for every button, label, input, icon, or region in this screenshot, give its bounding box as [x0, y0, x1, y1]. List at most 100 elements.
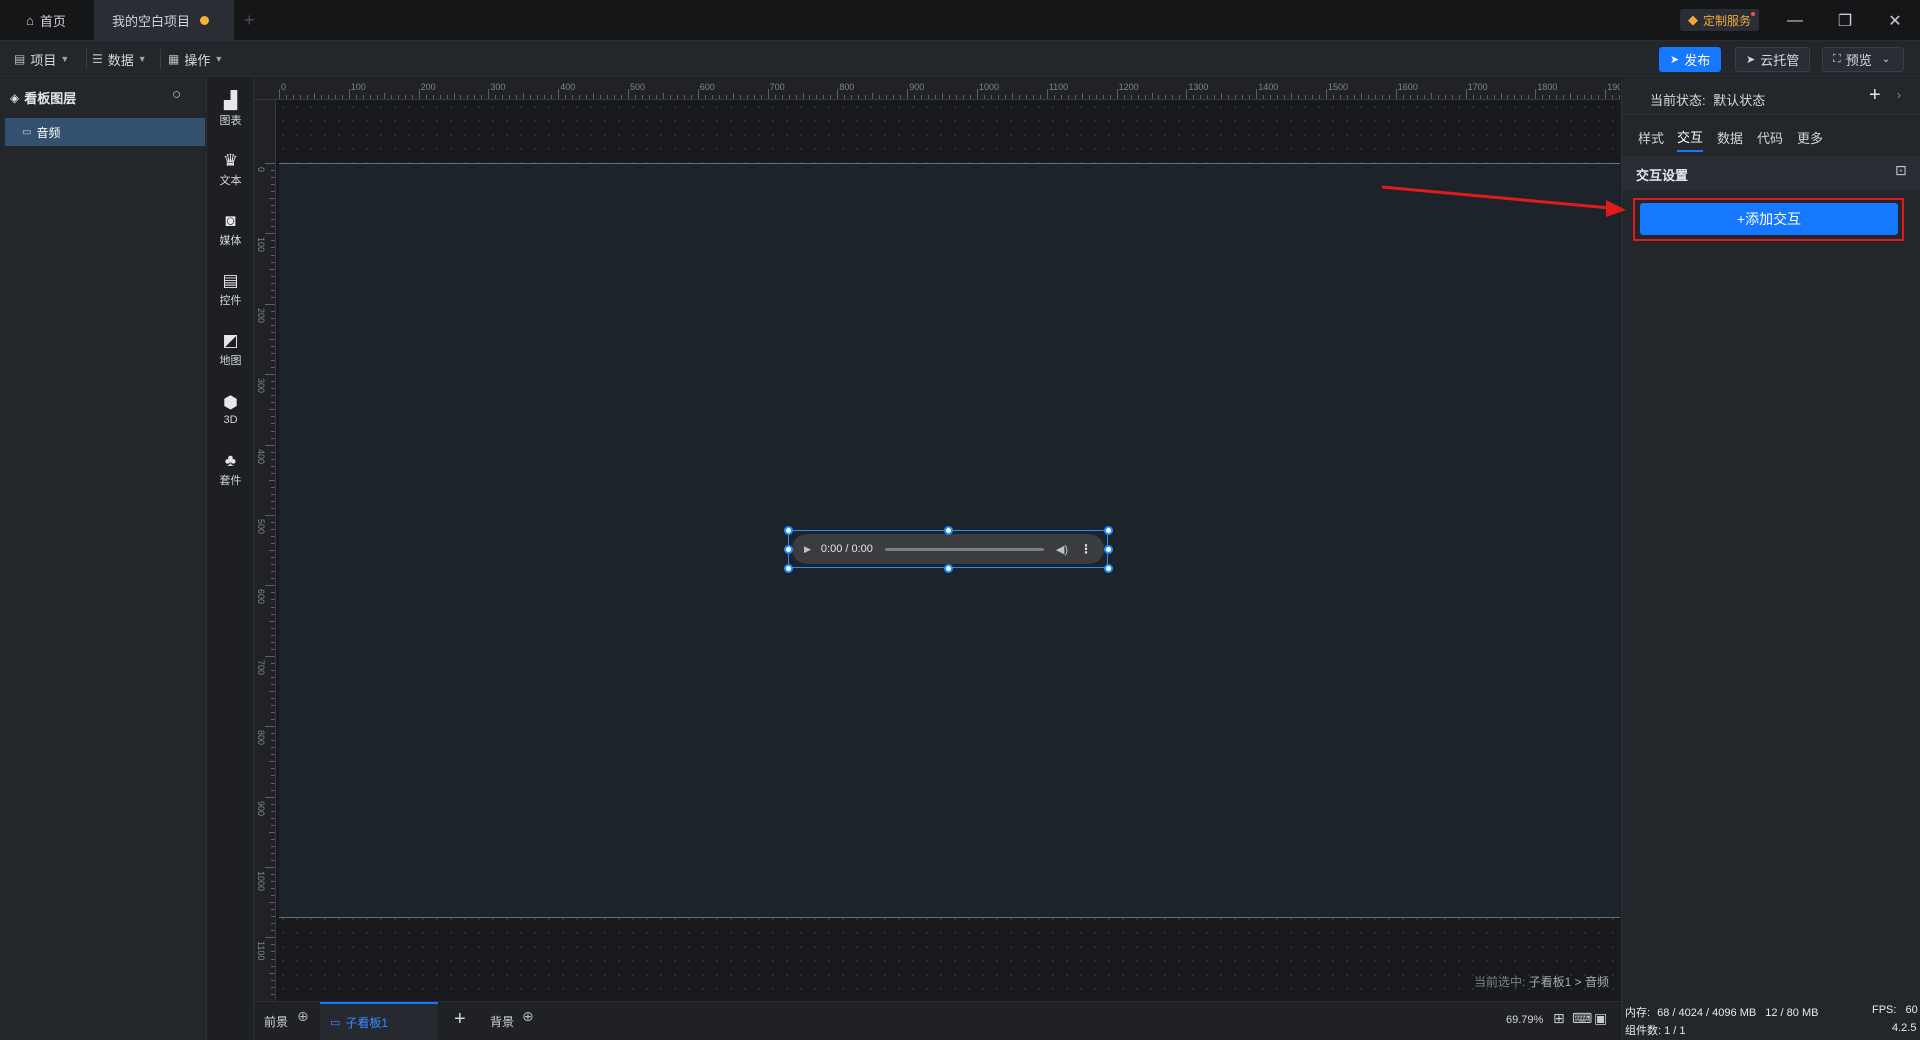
ruler-tick — [271, 944, 275, 946]
ruler-tick — [1458, 95, 1460, 99]
tab-style[interactable]: 样式 — [1638, 122, 1664, 152]
resize-handle[interactable] — [944, 564, 953, 573]
background-tab[interactable]: 背景 — [490, 1013, 514, 1030]
lock-icon[interactable]: ⊡ — [1895, 162, 1907, 179]
ruler-tick — [271, 923, 275, 925]
ruler-tick — [1612, 95, 1614, 99]
tool-map[interactable]: ◩ 地图 — [207, 324, 254, 376]
add-board-button[interactable]: + — [454, 1008, 466, 1031]
add-state-button[interactable]: + — [1869, 84, 1881, 107]
chevron-right-icon[interactable]: › — [1897, 88, 1901, 102]
tool-widget[interactable]: ▤ 控件 — [207, 264, 254, 316]
add-interaction-button[interactable]: +添加交互 — [1640, 203, 1898, 235]
tab-home[interactable]: ⌂ 首页 — [8, 0, 84, 41]
play-icon[interactable]: ▶ — [804, 544, 811, 555]
tab-interaction[interactable]: 交互 — [1677, 122, 1704, 152]
ruler-tick — [1270, 95, 1272, 99]
ruler-label: 1200 — [1118, 82, 1139, 92]
tool-chart[interactable]: ▟ 图表 — [207, 84, 254, 136]
preview-button[interactable]: ⛶ 预览 ⌄ — [1822, 47, 1904, 72]
ruler-tick — [481, 95, 483, 99]
ruler-tick — [1584, 95, 1586, 99]
ruler-tick — [886, 95, 888, 99]
ruler-tick — [1521, 95, 1523, 99]
ruler-tick — [1179, 95, 1181, 99]
ruler-tick — [1312, 95, 1314, 99]
add-foreground-icon[interactable]: ⊕ — [297, 1008, 309, 1025]
custom-service-label: 定制服务 — [1703, 13, 1752, 28]
more-icon[interactable]: ⋮ — [1080, 542, 1092, 556]
selection-breadcrumb: 当前选中: 子看板1 > 音频 — [1474, 973, 1609, 990]
resize-handle[interactable] — [1104, 564, 1113, 573]
state-label: 当前状态: — [1650, 93, 1706, 108]
version-label: 4.2.5 — [1892, 1022, 1917, 1034]
selection-path: 子看板1 > 音频 — [1528, 975, 1610, 989]
ruler-tick — [265, 233, 275, 235]
restore-button[interactable]: ❐ — [1820, 0, 1870, 41]
resize-handle[interactable] — [784, 545, 793, 554]
ruler-tick — [1500, 93, 1502, 99]
close-button[interactable]: ✕ — [1870, 0, 1920, 41]
audio-player[interactable]: ▶ 0:00 / 0:00 ◀) ⋮ — [792, 534, 1104, 564]
resize-handle[interactable] — [1104, 526, 1113, 535]
resize-handle[interactable] — [784, 526, 793, 535]
ruler-tick — [271, 416, 275, 418]
audio-component[interactable]: ▶ 0:00 / 0:00 ◀) ⋮ — [788, 530, 1108, 568]
ruler-tick — [446, 95, 448, 99]
ruler-tick — [271, 845, 275, 847]
cloud-hosting-button[interactable]: ➤ 云托管 — [1735, 47, 1811, 72]
tab-data[interactable]: 数据 — [1717, 122, 1743, 152]
components-value: 1 / 1 — [1664, 1025, 1686, 1037]
zoom-level[interactable]: 69.79% — [1506, 1014, 1543, 1026]
tab-code[interactable]: 代码 — [1757, 122, 1783, 152]
tab-more[interactable]: 更多 — [1797, 122, 1823, 152]
ruler-tick — [271, 353, 275, 355]
ruler-tick — [1284, 95, 1286, 99]
ruler-label: 700 — [256, 659, 266, 675]
ruler-tick — [411, 95, 413, 99]
tool-media[interactable]: ◙ 媒体 — [207, 204, 254, 256]
ruler-tick — [551, 95, 553, 99]
ruler-tick — [271, 543, 275, 545]
tool-kit[interactable]: ♣ 套件 — [207, 444, 254, 496]
tool-3d[interactable]: ⬢ 3D — [207, 384, 254, 436]
resize-handle[interactable] — [1104, 545, 1113, 554]
ruler-label: 1800 — [1537, 82, 1558, 92]
audio-progress[interactable] — [884, 547, 1044, 551]
add-tab-button[interactable]: + — [244, 10, 255, 31]
divider — [160, 49, 161, 69]
custom-service-button[interactable]: ◆ 定制服务 — [1680, 9, 1760, 31]
keyboard-icon[interactable]: ⌨ — [1572, 1010, 1592, 1027]
foreground-tab[interactable]: 前景 — [264, 1013, 288, 1030]
search-icon[interactable]: ○ — [172, 86, 181, 103]
ruler-tick — [1116, 89, 1118, 99]
terminal-icon[interactable]: ▣ — [1594, 1010, 1607, 1027]
volume-icon[interactable]: ◀) — [1056, 543, 1068, 556]
title-bar: ⌂ 首页 我的空白项目 + ◆ 定制服务 — ❐ ✕ — [0, 0, 1920, 41]
ruler-tick — [271, 564, 275, 566]
ruler-tick — [781, 95, 783, 99]
menu-operate[interactable]: ▦ 操作 ▼ — [168, 41, 223, 77]
menu-project[interactable]: ▤ 项目 ▼ — [14, 41, 69, 77]
ruler-tick — [586, 95, 588, 99]
publish-label: 发布 — [1684, 53, 1711, 68]
layer-item[interactable]: ▭ 音频 — [5, 118, 205, 146]
ruler-tick — [271, 852, 275, 854]
state-value[interactable]: 默认状态 — [1713, 93, 1765, 108]
minimize-button[interactable]: — — [1770, 0, 1820, 41]
cube-icon: ⬢ — [223, 393, 238, 412]
add-background-icon[interactable]: ⊕ — [522, 1008, 534, 1025]
ruler-tick — [269, 550, 275, 552]
resize-handle[interactable] — [784, 564, 793, 573]
tool-text[interactable]: ♛ 文本 — [207, 144, 254, 196]
ruler-tick — [530, 95, 532, 99]
ruler-tick — [809, 95, 811, 99]
publish-button[interactable]: ➤ 发布 — [1659, 47, 1722, 72]
ruler-tick — [1542, 95, 1544, 99]
menu-data[interactable]: ☰ 数据 ▼ — [92, 41, 147, 77]
board-tab-active[interactable]: ▭ 子看板1 — [320, 1002, 438, 1040]
tab-project[interactable]: 我的空白项目 — [94, 0, 234, 41]
fit-screen-icon[interactable]: ⊞ — [1553, 1010, 1565, 1027]
ruler-tick — [579, 95, 581, 99]
resize-handle[interactable] — [944, 526, 953, 535]
